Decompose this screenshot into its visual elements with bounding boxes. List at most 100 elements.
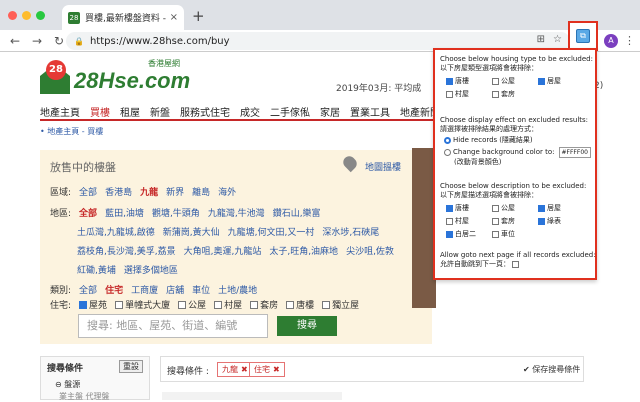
district-link[interactable]: 九龍塘,何文田,又一村 xyxy=(228,225,315,238)
description-option[interactable]: 套房 xyxy=(492,216,538,226)
district-link[interactable]: 新蒲崗,黃大仙 xyxy=(163,225,220,238)
district-link[interactable]: 深水埗,石硤尾 xyxy=(322,225,379,238)
residence-checkbox[interactable] xyxy=(178,301,187,309)
search-button[interactable]: 搜尋 xyxy=(277,316,337,336)
area-link[interactable]: 海外 xyxy=(218,185,236,198)
nav-item[interactable]: 新盤 xyxy=(150,104,170,119)
housing-type-checkbox[interactable] xyxy=(446,77,453,85)
housing-type-option[interactable]: 村屋 xyxy=(446,89,492,99)
nav-item[interactable]: 二手傢俬 xyxy=(270,104,310,119)
type-link[interactable]: 車位 xyxy=(192,283,210,296)
next-page-option[interactable]: 允許自動跳到下一頁： xyxy=(440,260,594,269)
description-option[interactable]: 白居二 xyxy=(446,229,492,239)
search-input[interactable]: 搜尋: 地區、屋苑、街道、編號 xyxy=(78,314,268,338)
hide-records-radio[interactable] xyxy=(444,137,451,144)
description-checkbox[interactable] xyxy=(492,217,499,225)
residence-option[interactable]: 套房 xyxy=(250,298,278,311)
close-window-button[interactable] xyxy=(8,11,17,20)
housing-type-option[interactable]: 公屋 xyxy=(492,76,538,86)
forward-button[interactable]: → xyxy=(30,34,44,48)
criteria-chip-area[interactable]: 九龍 ✖ xyxy=(217,362,253,377)
next-page-checkbox[interactable] xyxy=(512,261,519,268)
description-checkbox[interactable] xyxy=(446,204,453,212)
residence-checkbox[interactable] xyxy=(115,301,124,309)
description-option[interactable]: 唐樓 xyxy=(446,203,492,213)
nav-item[interactable]: 家居 xyxy=(320,104,340,119)
description-option[interactable]: 公屋 xyxy=(492,203,538,213)
hide-records-option[interactable]: Hide records (隱藏結果) xyxy=(444,136,594,145)
type-link[interactable]: 店舖 xyxy=(166,283,184,296)
criteria-chip-type[interactable]: 住宅 ✖ xyxy=(249,362,285,377)
district-link[interactable]: 九龍灣,牛池灣 xyxy=(208,206,265,219)
bookmark-star-icon[interactable]: ☆ xyxy=(553,34,562,45)
housing-type-checkbox[interactable] xyxy=(492,77,499,85)
description-option[interactable]: 車位 xyxy=(492,229,538,239)
color-input[interactable]: #FFFF00 xyxy=(558,147,591,158)
remove-chip-icon[interactable]: ✖ xyxy=(273,365,280,374)
residence-option[interactable]: 唐樓 xyxy=(286,298,314,311)
nav-item[interactable]: 地產主頁 xyxy=(40,104,80,119)
residence-checkbox[interactable] xyxy=(79,301,88,309)
residence-option[interactable]: 單幢式大廈 xyxy=(115,298,170,311)
nav-item[interactable]: 服務式住宅 xyxy=(180,104,230,119)
change-bg-option[interactable]: Change background color to: #FFFF00 xyxy=(444,147,594,158)
profile-avatar[interactable]: A xyxy=(604,34,618,48)
back-button[interactable]: ← xyxy=(8,34,22,48)
save-search-link[interactable]: ✔ 保存搜尋條件 xyxy=(523,364,580,375)
description-checkbox[interactable] xyxy=(538,204,545,212)
map-search-link[interactable]: 地圖搵樓 xyxy=(365,160,401,173)
minimize-window-button[interactable] xyxy=(22,11,31,20)
nav-item[interactable]: 租屋 xyxy=(120,104,140,119)
description-option[interactable]: 綠表 xyxy=(538,216,584,226)
area-link[interactable]: 全部 xyxy=(79,185,97,198)
nav-item[interactable]: 置業工具 xyxy=(350,104,390,119)
breadcrumb[interactable]: • 地產主頁 - 買樓 xyxy=(40,126,432,140)
district-link[interactable]: 紅磡,黃埔 xyxy=(77,263,116,276)
type-link[interactable]: 全部 xyxy=(79,283,97,296)
extension-icon[interactable]: ⧉ xyxy=(576,29,590,43)
district-link[interactable]: 藍田,油塘 xyxy=(105,206,144,219)
residence-checkbox[interactable] xyxy=(286,301,295,309)
description-checkbox[interactable] xyxy=(538,217,545,225)
description-checkbox[interactable] xyxy=(446,217,453,225)
area-link[interactable]: 九龍 xyxy=(140,185,158,198)
source-section[interactable]: ⊖ 盤源 xyxy=(55,379,80,390)
area-link[interactable]: 新界 xyxy=(166,185,184,198)
residence-option[interactable]: 公屋 xyxy=(178,298,206,311)
residence-checkbox[interactable] xyxy=(322,301,331,309)
residence-checkbox[interactable] xyxy=(214,301,223,309)
nav-item[interactable]: 成交 xyxy=(240,104,260,119)
housing-type-checkbox[interactable] xyxy=(446,90,453,98)
browser-tab[interactable]: 28 買樓,最新樓盤資料 - 28Hse 香港 × xyxy=(62,5,184,30)
type-link[interactable]: 土地/農地 xyxy=(218,283,257,296)
reset-button[interactable]: 重設 xyxy=(119,360,143,373)
description-checkbox[interactable] xyxy=(492,204,499,212)
type-link[interactable]: 工商廈 xyxy=(131,283,158,296)
tab-close-icon[interactable]: × xyxy=(170,12,178,23)
district-link[interactable]: 觀塘,牛頭角 xyxy=(152,206,200,219)
district-link[interactable]: 選擇多個地區 xyxy=(124,263,178,276)
housing-type-option[interactable]: 唐樓 xyxy=(446,76,492,86)
browser-menu-icon[interactable]: ⋮ xyxy=(624,34,635,47)
district-link[interactable]: 土瓜灣,九龍城,啟德 xyxy=(77,225,155,238)
remove-chip-icon[interactable]: ✖ xyxy=(241,365,248,374)
area-link[interactable]: 香港島 xyxy=(105,185,132,198)
nav-item[interactable]: 買樓 xyxy=(90,104,110,119)
description-checkbox[interactable] xyxy=(492,230,499,238)
district-link[interactable]: 太子,旺角,油麻地 xyxy=(269,244,338,257)
housing-type-option[interactable]: 居屋 xyxy=(538,76,584,86)
description-checkbox[interactable] xyxy=(446,230,453,238)
description-option[interactable]: 村屋 xyxy=(446,216,492,226)
maximize-window-button[interactable] xyxy=(36,11,45,20)
area-link[interactable]: 離島 xyxy=(192,185,210,198)
housing-type-option[interactable]: 套房 xyxy=(492,89,538,99)
district-link[interactable]: 尖沙咀,佐敦 xyxy=(346,244,394,257)
housing-type-checkbox[interactable] xyxy=(492,90,499,98)
district-link[interactable]: 全部 xyxy=(79,206,97,219)
district-link[interactable]: 鑽石山,樂富 xyxy=(273,206,321,219)
residence-checkbox[interactable] xyxy=(250,301,259,309)
district-link[interactable]: 荔枝角,長沙灣,美孚,荔景 xyxy=(77,244,176,257)
reload-button[interactable]: ↻ xyxy=(52,34,66,48)
residence-option[interactable]: 獨立屋 xyxy=(322,298,359,311)
site-logo[interactable]: 28 28Hse.com 香港屋網 xyxy=(40,58,190,94)
